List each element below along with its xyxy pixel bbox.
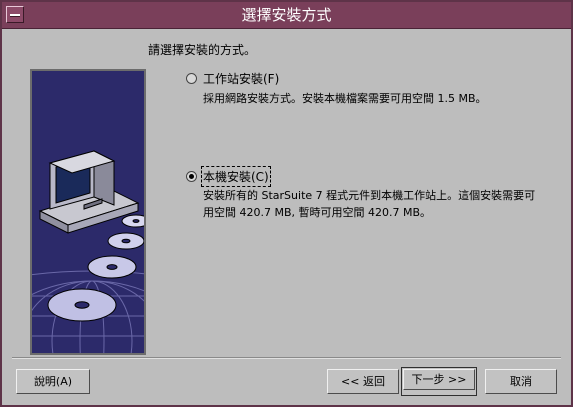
back-button[interactable]: << 返回	[327, 369, 399, 394]
window-title: 選擇安裝方式	[241, 6, 332, 24]
dialog-content: 請選擇安裝的方式。 工作站安裝(F) 採用網路安裝方式。安裝本機檔案需要可用空間…	[4, 30, 569, 405]
local-install-radio[interactable]	[186, 171, 197, 182]
next-button-label: 下一步 >>	[403, 369, 475, 390]
button-separator	[12, 357, 561, 359]
workstation-install-radio[interactable]	[186, 73, 197, 84]
help-button[interactable]: 說明(A)	[16, 369, 90, 394]
install-type-prompt: 請選擇安裝的方式。	[148, 43, 257, 57]
workstation-install-description: 採用網路安裝方式。安裝本機檔案需要可用空間 1.5 MB。	[203, 92, 487, 105]
local-install-description-line-2: 用空間 420.7 MB, 暫時可用空間 420.7 MB。	[203, 206, 432, 219]
computer-with-discs-icon	[32, 150, 144, 353]
installer-dialog: 選擇安裝方式 請選擇安裝的方式。 工作站安裝(F) 採用網路安裝方式。安裝本機檔…	[0, 0, 573, 407]
title-bar[interactable]: 選擇安裝方式	[2, 2, 571, 29]
local-install-label[interactable]: 本機安裝(C)	[201, 166, 271, 187]
installer-illustration	[30, 69, 146, 355]
cancel-button[interactable]: 取消	[485, 369, 557, 394]
workstation-install-label[interactable]: 工作站安裝(F)	[203, 70, 279, 87]
next-button[interactable]: 下一步 >>	[401, 367, 477, 396]
local-install-description-line-1: 安裝所有的 StarSuite 7 程式元件到本機工作站上。這個安裝需要可	[203, 189, 536, 202]
